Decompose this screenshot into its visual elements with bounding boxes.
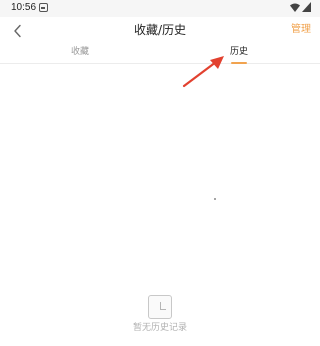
tab-favorites[interactable]: 收藏 xyxy=(55,45,105,64)
tab-bar: 收藏 历史 xyxy=(0,45,320,64)
empty-state-text: 暂无历史记录 xyxy=(132,323,187,333)
status-time: 10:56 xyxy=(11,2,37,13)
status-bar: 10:56 xyxy=(0,0,320,17)
screen: 10:56 收藏/历史 管理 收藏 历史 暂无历史记录 xyxy=(0,0,320,346)
active-tab-indicator xyxy=(231,62,247,64)
empty-record-icon xyxy=(148,295,172,319)
wifi-icon xyxy=(290,3,300,12)
page-title: 收藏/历史 xyxy=(133,23,187,37)
annotation-arrow xyxy=(182,56,224,88)
stray-dot xyxy=(214,198,216,200)
signal-icon xyxy=(302,2,311,12)
manage-button[interactable]: 管理 xyxy=(291,24,311,36)
header: 收藏/历史 管理 xyxy=(0,17,320,45)
notification-icon xyxy=(39,3,48,12)
